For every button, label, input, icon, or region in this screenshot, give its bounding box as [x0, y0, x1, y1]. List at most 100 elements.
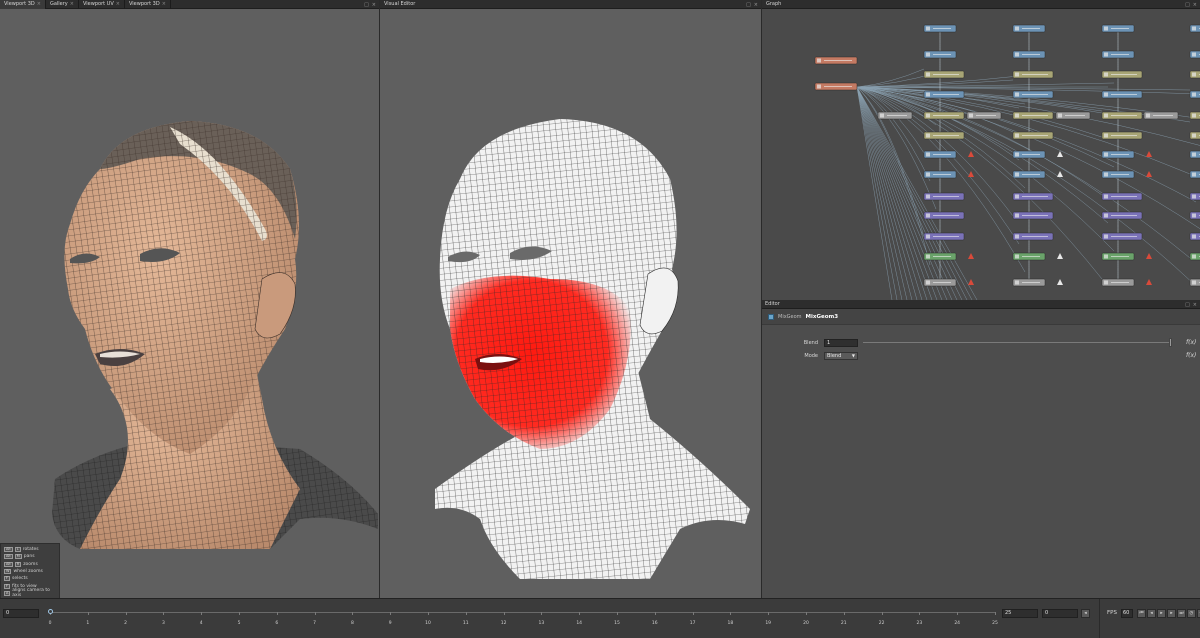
- maximize-icon[interactable]: □: [1185, 302, 1190, 308]
- node-graph-canvas[interactable]: [762, 9, 1200, 300]
- graph-node[interactable]: [923, 131, 965, 140]
- graph-node[interactable]: [923, 170, 957, 179]
- graph-node[interactable]: [1189, 90, 1200, 99]
- graph-node[interactable]: [1101, 50, 1135, 59]
- graph-node[interactable]: [1101, 70, 1143, 79]
- mode-fx-button[interactable]: f(x): [1186, 352, 1196, 359]
- node-name-label[interactable]: MixGeom3: [806, 314, 839, 320]
- graph-node[interactable]: [923, 278, 957, 287]
- blend-slider-thumb[interactable]: [1169, 338, 1172, 347]
- graph-node[interactable]: [1101, 252, 1135, 261]
- tab-viewport-uv[interactable]: Viewport UV ×: [79, 0, 125, 9]
- graph-node[interactable]: [1189, 232, 1200, 241]
- blend-slider-track[interactable]: [863, 342, 1172, 343]
- tab-close-icon[interactable]: ×: [116, 1, 120, 7]
- graph-node[interactable]: [1189, 252, 1200, 261]
- graph-node[interactable]: [923, 24, 957, 33]
- current-frame-field[interactable]: 0: [1042, 609, 1078, 618]
- prev-frame-icon[interactable]: ◂: [1147, 609, 1156, 618]
- close-icon[interactable]: ×: [1193, 2, 1197, 8]
- graph-node[interactable]: [1012, 252, 1046, 261]
- graph-node[interactable]: [1101, 192, 1143, 201]
- graph-node[interactable]: [1012, 131, 1054, 140]
- start-frame-field[interactable]: 0: [3, 609, 39, 618]
- close-icon[interactable]: ×: [754, 2, 758, 8]
- graph-node[interactable]: [1101, 278, 1135, 287]
- playhead-handle[interactable]: [48, 609, 53, 614]
- graph-node[interactable]: [1189, 24, 1200, 33]
- timeline-tick-mark: [806, 612, 807, 615]
- graph-node-side[interactable]: [1055, 111, 1091, 120]
- graph-node[interactable]: [923, 90, 965, 99]
- graph-node[interactable]: [1101, 24, 1135, 33]
- legend-row-align: Aaligns camera to axis: [4, 588, 50, 598]
- graph-node[interactable]: [1012, 232, 1054, 241]
- graph-node[interactable]: [1189, 211, 1200, 220]
- graph-node[interactable]: [1101, 150, 1135, 159]
- graph-node[interactable]: [1101, 211, 1143, 220]
- graph-node[interactable]: [923, 70, 965, 79]
- frame-step-icon[interactable]: ◂: [1081, 609, 1090, 618]
- blend-value-field[interactable]: 1: [824, 338, 858, 347]
- blend-fx-button[interactable]: f(x): [1186, 339, 1196, 346]
- close-icon[interactable]: ×: [1193, 302, 1197, 308]
- fps-field[interactable]: 60: [1121, 609, 1133, 618]
- graph-node[interactable]: [1012, 278, 1046, 287]
- maximize-icon[interactable]: □: [1185, 2, 1190, 8]
- next-frame-icon[interactable]: ▸: [1167, 609, 1176, 618]
- tab-viewport-3d-2[interactable]: Viewport 3D ×: [125, 0, 171, 9]
- play-icon[interactable]: ▸: [1157, 609, 1166, 618]
- graph-node[interactable]: [1012, 90, 1054, 99]
- maximize-icon[interactable]: □: [364, 2, 369, 8]
- graph-node[interactable]: [1012, 211, 1054, 220]
- graph-node[interactable]: [1012, 50, 1046, 59]
- tab-gallery[interactable]: Gallery ×: [46, 0, 79, 9]
- graph-node[interactable]: [1189, 170, 1200, 179]
- tab-close-icon[interactable]: ×: [162, 1, 166, 7]
- graph-node[interactable]: [1101, 111, 1143, 120]
- graph-node[interactable]: [1101, 131, 1143, 140]
- graph-node[interactable]: [1101, 170, 1135, 179]
- graph-node[interactable]: [1012, 70, 1054, 79]
- tab-viewport-3d[interactable]: Viewport 3D ×: [0, 0, 46, 9]
- close-icon[interactable]: ×: [372, 2, 376, 8]
- graph-node[interactable]: [1189, 111, 1200, 120]
- timeline-tick-label: 14: [576, 621, 583, 626]
- graph-node[interactable]: [1189, 278, 1200, 287]
- graph-node[interactable]: [1189, 192, 1200, 201]
- clock-icon[interactable]: ◷: [1187, 609, 1196, 618]
- graph-node[interactable]: [1189, 131, 1200, 140]
- graph-node[interactable]: [923, 232, 965, 241]
- graph-node[interactable]: [923, 211, 965, 220]
- graph-node[interactable]: [1101, 90, 1143, 99]
- mode-select[interactable]: Blend ▼: [824, 351, 858, 360]
- graph-node[interactable]: [1012, 24, 1046, 33]
- graph-node[interactable]: [1012, 150, 1046, 159]
- graph-node[interactable]: [1189, 150, 1200, 159]
- graph-node[interactable]: [923, 50, 957, 59]
- end-frame-field[interactable]: 25: [1002, 609, 1038, 618]
- maximize-icon[interactable]: □: [746, 2, 751, 8]
- graph-node[interactable]: [1189, 70, 1200, 79]
- graph-node[interactable]: [1012, 111, 1054, 120]
- first-frame-icon[interactable]: ⏮: [1137, 609, 1146, 618]
- graph-node[interactable]: [923, 252, 957, 261]
- visual-editor-viewport[interactable]: [380, 9, 761, 598]
- last-frame-icon[interactable]: ⏭: [1177, 609, 1186, 618]
- graph-node[interactable]: [923, 150, 957, 159]
- graph-node[interactable]: [1101, 232, 1143, 241]
- graph-node-side[interactable]: [966, 111, 1002, 120]
- tab-close-icon[interactable]: ×: [37, 1, 41, 7]
- node-load-geom[interactable]: [814, 56, 858, 65]
- graph-node[interactable]: [1012, 170, 1046, 179]
- graph-node[interactable]: [1012, 192, 1054, 201]
- viewport-3d[interactable]: Alt Lrotates Alt Mpans Alt Rzooms Wwheel zo…: [0, 9, 379, 598]
- timeline-ruler[interactable]: 0 1 2 3 4 5 6 7 8 9 10 11 12 13 14 15 16 17 18 19 20 21 22 23 24…: [49, 612, 998, 626]
- graph-node-side[interactable]: [1143, 111, 1179, 120]
- graph-node-side[interactable]: [877, 111, 913, 120]
- graph-node[interactable]: [923, 192, 965, 201]
- graph-node[interactable]: [1189, 50, 1200, 59]
- tab-close-icon[interactable]: ×: [70, 1, 74, 7]
- graph-node[interactable]: [923, 111, 965, 120]
- node-blend[interactable]: [814, 82, 858, 91]
